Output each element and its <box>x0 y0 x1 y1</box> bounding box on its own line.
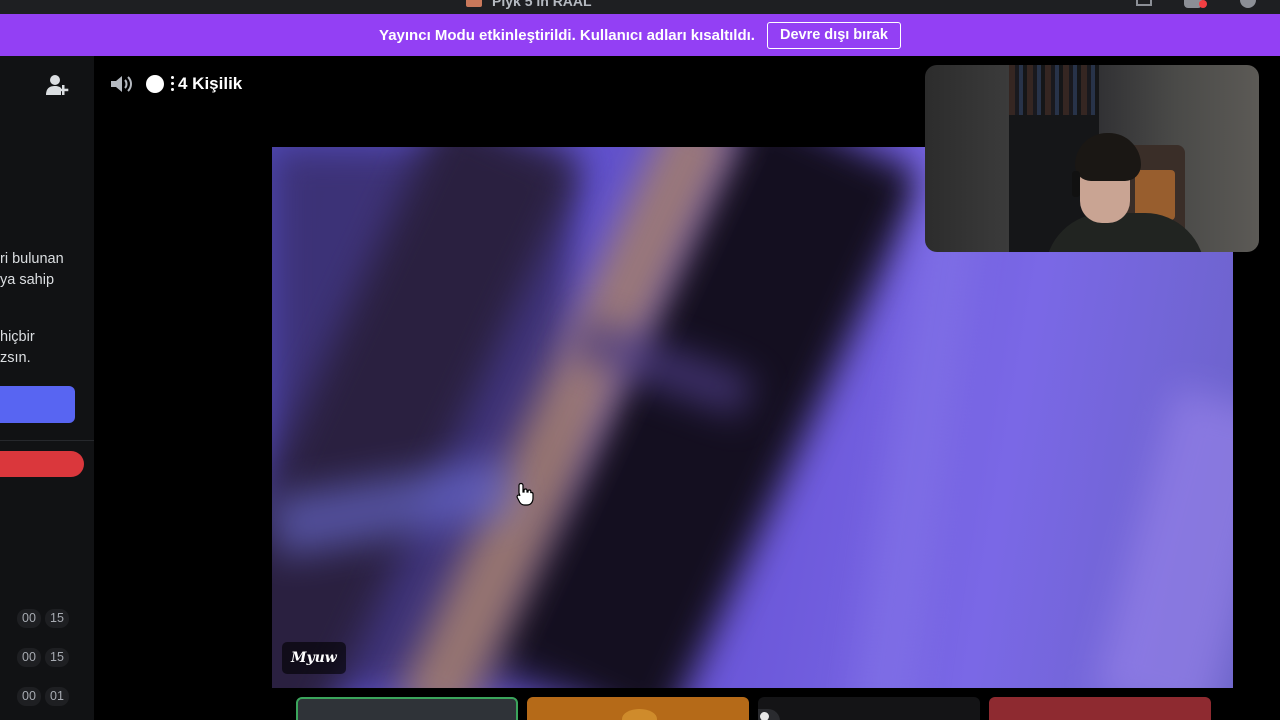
add-friend-icon[interactable] <box>45 74 69 96</box>
panel-text-block-2: hiçbir zsın. <box>0 327 35 369</box>
timer-row: 00 15 <box>17 609 69 628</box>
participant-name-tag: Myuw <box>282 642 346 674</box>
voice-channel-header: 4 Kişilik <box>108 70 242 98</box>
webcam-person <box>1075 133 1141 181</box>
webcam-person <box>1072 171 1080 197</box>
danger-action-button[interactable] <box>0 451 84 477</box>
panel-text-line: hiçbir <box>0 329 35 345</box>
left-panel: ri bulunan ya sahip hiçbir zsın. 00 15 0… <box>0 56 94 720</box>
window-title: Plyk 5 in RAAL <box>492 0 592 9</box>
participant-tile[interactable] <box>527 697 749 720</box>
streamer-mode-banner: Yayıncı Modu etkinleştirildi. Kullanıcı … <box>0 14 1280 56</box>
title-bar: Plyk 5 in RAAL <box>0 0 1280 14</box>
video-blur <box>1092 386 1233 688</box>
participant-tile[interactable] <box>758 697 980 720</box>
divider <box>0 440 94 441</box>
panel-text-line: ya sahip <box>0 272 55 288</box>
webcam-background <box>1009 65 1099 115</box>
timer-minutes: 00 <box>17 609 41 628</box>
status-dot <box>146 75 164 93</box>
panel-text-line: ri bulunan <box>0 251 64 267</box>
timer-minutes: 00 <box>17 648 41 667</box>
inbox-icon[interactable] <box>1136 0 1152 6</box>
hand-cursor-icon <box>516 482 534 506</box>
timer-minutes: 00 <box>17 687 41 706</box>
webcam-overlay <box>925 65 1259 252</box>
server-icon <box>466 0 482 7</box>
help-icon[interactable] <box>1240 0 1256 8</box>
streamer-mode-message: Yayıncı Modu etkinleştirildi. Kullanıcı … <box>379 26 755 44</box>
timer-seconds: 15 <box>45 648 69 667</box>
tile-video <box>622 709 657 720</box>
participant-tile[interactable] <box>989 697 1211 720</box>
participant-count: 4 Kişilik <box>178 74 243 93</box>
divider-dots-icon <box>168 74 176 94</box>
disable-streamer-mode-button[interactable]: Devre dışı bırak <box>766 21 901 49</box>
speaker-icon[interactable] <box>108 73 134 95</box>
timer-row: 00 15 <box>17 648 69 667</box>
user-icon <box>760 712 769 720</box>
notification-dot <box>1199 0 1207 8</box>
timer-row: 00 01 <box>17 687 69 706</box>
mention-icon[interactable] <box>1184 0 1207 8</box>
timer-seconds: 15 <box>45 609 69 628</box>
timer-seconds: 01 <box>45 687 69 706</box>
participant-tile[interactable] <box>296 697 518 720</box>
primary-action-button[interactable] <box>0 386 75 423</box>
panel-text-block-1: ri bulunan ya sahip <box>0 249 64 291</box>
panel-text-line: zsın. <box>0 350 31 366</box>
